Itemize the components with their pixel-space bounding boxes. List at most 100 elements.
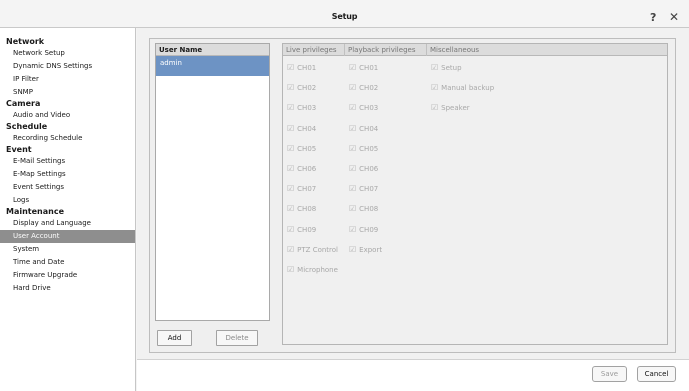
sidebar-item[interactable]: Hard Drive <box>0 282 135 295</box>
checkbox-icon[interactable]: ☑ <box>349 225 356 234</box>
sidebar-item[interactable]: IP Filter <box>0 73 135 86</box>
live-privilege-checkbox[interactable]: ☑ CH01 <box>287 63 316 72</box>
user-row[interactable]: admin <box>156 56 269 76</box>
user-rows: admin <box>156 56 269 76</box>
sidebar-item[interactable]: E-Mail Settings <box>0 155 135 168</box>
sidebar-item[interactable]: User Account <box>0 230 135 243</box>
add-user-button[interactable]: Add <box>157 330 192 346</box>
sidebar-item[interactable]: Display and Language <box>0 217 135 230</box>
playback-privilege-checkbox[interactable]: ☑ CH06 <box>349 164 378 173</box>
sidebar-item[interactable]: SNMP <box>0 86 135 99</box>
playback-privilege-checkbox[interactable]: ☑ CH02 <box>349 83 378 92</box>
live-privilege-checkbox[interactable]: ☑ CH02 <box>287 83 316 92</box>
sidebar-item[interactable]: Logs <box>0 194 135 207</box>
playback-privilege-checkbox[interactable]: ☑ CH07 <box>349 184 378 193</box>
live-privilege-checkbox[interactable]: ☑ CH09 <box>287 225 316 234</box>
checkbox-icon[interactable]: ☑ <box>349 245 356 254</box>
user-name-column-header: User Name <box>156 44 269 56</box>
checkbox-icon[interactable]: ☑ <box>287 184 294 193</box>
checkbox-icon[interactable]: ☑ <box>349 184 356 193</box>
checkbox-label: Export <box>359 245 383 254</box>
sidebar-item[interactable]: E-Map Settings <box>0 168 135 181</box>
privileges-grid: Live privileges Playback privileges Misc… <box>282 43 668 345</box>
checkbox-label: CH01 <box>297 64 317 72</box>
live-privilege-checkbox[interactable]: ☑ CH07 <box>287 184 316 193</box>
sidebar-item[interactable]: Network Setup <box>0 47 135 60</box>
checkbox-label: Manual backup <box>441 84 495 93</box>
checkbox-label: CH08 <box>297 205 317 214</box>
checkbox-icon[interactable]: ☑ <box>349 144 356 153</box>
sidebar-item[interactable]: Time and Date <box>0 256 135 269</box>
live-privilege-checkbox[interactable]: ☑ PTZ Control <box>287 245 338 254</box>
checkbox-label: CH05 <box>297 144 317 153</box>
checkbox-label: CH03 <box>297 104 317 113</box>
checkbox-icon[interactable]: ☑ <box>287 83 294 92</box>
close-icon[interactable]: ✕ <box>669 10 679 24</box>
checkbox-icon[interactable]: ☑ <box>287 265 294 274</box>
checkbox-label: Microphone <box>297 266 338 274</box>
live-privilege-checkbox[interactable]: ☑ CH03 <box>287 103 316 112</box>
sidebar-item[interactable]: Dynamic DNS Settings <box>0 60 135 73</box>
checkbox-label: CH07 <box>359 185 379 194</box>
playback-privilege-checkbox[interactable]: ☑ CH08 <box>349 204 378 213</box>
help-icon[interactable]: ? <box>650 11 656 24</box>
playback-privilege-checkbox[interactable]: ☑ CH01 <box>349 63 378 72</box>
checkbox-label: CH04 <box>297 124 317 133</box>
sidebar-item[interactable]: Audio and Video <box>0 109 135 122</box>
checkbox-label: PTZ Control <box>297 245 338 254</box>
playback-privilege-checkbox[interactable]: ☑ CH04 <box>349 124 378 133</box>
live-privilege-checkbox[interactable]: ☑ Microphone <box>287 265 338 274</box>
save-button[interactable]: Save <box>592 366 627 382</box>
checkbox-icon[interactable]: ☑ <box>431 63 438 72</box>
sidebar-item[interactable]: Event Settings <box>0 181 135 194</box>
miscellaneous-header: Miscellaneous <box>430 46 480 54</box>
user-list: User Name admin <box>155 43 270 321</box>
checkbox-icon[interactable]: ☑ <box>349 63 356 72</box>
checkbox-label: CH02 <box>297 84 317 93</box>
checkbox-icon[interactable]: ☑ <box>349 124 356 133</box>
playback-privilege-checkbox[interactable]: ☑ Export <box>349 245 382 254</box>
live-privileges-header: Live privileges <box>283 44 345 56</box>
live-privilege-checkbox[interactable]: ☑ CH06 <box>287 164 316 173</box>
live-privilege-checkbox[interactable]: ☑ CH08 <box>287 204 316 213</box>
sidebar-item[interactable]: Firmware Upgrade <box>0 269 135 282</box>
checkbox-label: Setup <box>441 64 462 72</box>
checkbox-icon[interactable]: ☑ <box>287 124 294 133</box>
live-privilege-checkbox[interactable]: ☑ CH05 <box>287 144 316 153</box>
checkbox-label: CH04 <box>359 124 379 133</box>
checkbox-icon[interactable]: ☑ <box>349 204 356 213</box>
cancel-button[interactable]: Cancel <box>637 366 676 382</box>
delete-user-button[interactable]: Delete <box>216 330 258 346</box>
checkbox-label: CH03 <box>359 104 379 113</box>
checkbox-icon[interactable]: ☑ <box>287 103 294 112</box>
checkbox-label: CH05 <box>359 144 379 153</box>
checkbox-icon[interactable]: ☑ <box>287 144 294 153</box>
misc-privilege-checkbox[interactable]: ☑ Setup <box>431 63 462 72</box>
checkbox-icon[interactable]: ☑ <box>431 103 438 112</box>
live-privilege-checkbox[interactable]: ☑ CH04 <box>287 124 316 133</box>
playback-privilege-checkbox[interactable]: ☑ CH05 <box>349 144 378 153</box>
misc-privilege-checkbox[interactable]: ☑ Speaker <box>431 103 470 112</box>
sidebar-heading: Event <box>6 145 32 154</box>
privileges-header: Live privileges Playback privileges Misc… <box>283 44 667 56</box>
sidebar-item[interactable]: Recording Schedule <box>0 132 135 145</box>
checkbox-label: CH09 <box>359 225 379 234</box>
playback-privilege-checkbox[interactable]: ☑ CH03 <box>349 103 378 112</box>
checkbox-icon[interactable]: ☑ <box>287 245 294 254</box>
checkbox-label: CH01 <box>359 64 379 72</box>
checkbox-icon[interactable]: ☑ <box>287 164 294 173</box>
checkbox-label: CH07 <box>297 185 317 194</box>
sidebar-heading: Camera <box>6 99 41 108</box>
checkbox-icon[interactable]: ☑ <box>287 225 294 234</box>
checkbox-icon[interactable]: ☑ <box>287 204 294 213</box>
checkbox-icon[interactable]: ☑ <box>349 103 356 112</box>
playback-privilege-checkbox[interactable]: ☑ CH09 <box>349 225 378 234</box>
misc-privilege-checkbox[interactable]: ☑ Manual backup <box>431 83 494 92</box>
checkbox-icon[interactable]: ☑ <box>349 83 356 92</box>
checkbox-icon[interactable]: ☑ <box>349 164 356 173</box>
window-title: Setup <box>331 12 358 21</box>
sidebar: Network Network Setup Dynamic DNS Settings… <box>0 28 136 391</box>
sidebar-item[interactable]: System <box>0 243 135 256</box>
checkbox-icon[interactable]: ☑ <box>287 63 294 72</box>
checkbox-icon[interactable]: ☑ <box>431 83 438 92</box>
